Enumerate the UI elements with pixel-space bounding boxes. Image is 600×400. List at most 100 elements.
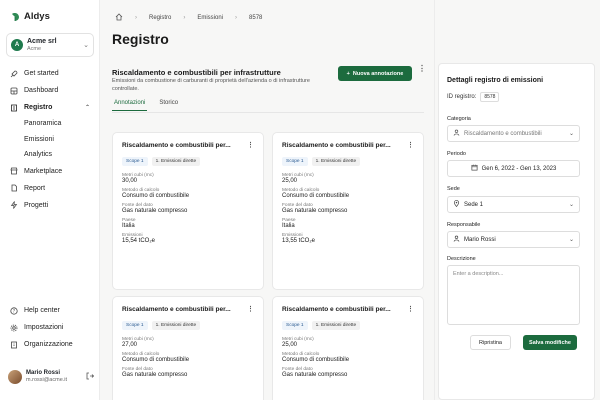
chevron-down-icon: ⌄ — [568, 202, 574, 208]
app-logo[interactable]: Aldys — [10, 11, 50, 22]
periodo-datepicker[interactable]: Gen 6, 2022 - Gen 13, 2023 — [447, 160, 580, 177]
panel-title: Dettagli registro di emissioni — [447, 77, 544, 84]
annotation-card[interactable]: Riscaldamento e combustibili per... ⋮ Sco… — [112, 296, 264, 400]
field-value: Gas naturale compresso — [282, 372, 348, 378]
field-value: Consumo di combustibile — [122, 357, 190, 363]
sidebar: Aldys A Acme srl Acme ⌄ Get started Dash… — [0, 0, 100, 400]
descrizione-textarea[interactable]: Enter a description... — [447, 265, 580, 325]
user-profile[interactable]: Mario Rossi m.rossi@acme.it — [8, 370, 95, 384]
nav-analytics[interactable]: Analytics — [0, 147, 100, 163]
nav-emissioni[interactable]: Emissioni — [0, 132, 100, 148]
main-nav: Get started Dashboard Registro ⌃ Panoram… — [0, 65, 100, 214]
category-badge: 1. Emissioni dirette — [151, 157, 201, 166]
category-badge: 1. Emissioni dirette — [311, 321, 361, 330]
chevron-right-icon: › — [135, 15, 137, 21]
more-icon[interactable]: ⋮ — [418, 64, 426, 73]
field-value: 30,00 — [122, 178, 138, 184]
nav-label: Impostazioni — [24, 324, 64, 331]
scope-badge: Scope 1 — [122, 321, 148, 330]
leaf-logo-icon — [12, 12, 19, 21]
nav-dashboard[interactable]: Dashboard — [0, 82, 100, 99]
chevron-right-icon: › — [183, 15, 186, 21]
nav-get-started[interactable]: Get started — [0, 65, 100, 82]
nav-marketplace[interactable]: Marketplace — [0, 163, 100, 180]
dashboard-icon — [10, 87, 18, 95]
responsabile-label: Responsabile — [447, 222, 481, 228]
lightning-icon — [10, 201, 18, 209]
main-content: › Registro › Emissioni › 8578 Registro R… — [100, 0, 434, 400]
descrizione-placeholder: Enter a description... — [453, 271, 504, 277]
category-badge: 1. Emissioni dirette — [151, 321, 201, 330]
more-icon[interactable]: ⋮ — [247, 305, 254, 313]
sede-select[interactable]: Sede 1 ⌄ — [447, 196, 580, 213]
section-title: Riscaldamento e combustibili per infrast… — [112, 68, 281, 77]
tab-storico[interactable]: Storico — [157, 100, 180, 111]
nav-panoramica[interactable]: Panoramica — [0, 116, 100, 132]
nav-label: Organizzazione — [24, 341, 73, 348]
tabs: Annotazioni Storico — [112, 100, 180, 111]
tab-annotazioni[interactable]: Annotazioni — [112, 100, 148, 111]
breadcrumb-item[interactable]: Registro — [149, 15, 171, 21]
reset-button[interactable]: Ripristina — [470, 335, 511, 350]
field-value: Gas naturale compresso — [122, 372, 188, 378]
location-pin-icon — [453, 200, 460, 209]
breadcrumb-item[interactable]: Emissioni — [197, 15, 223, 21]
sede-label: Sede — [447, 186, 460, 192]
org-avatar: A — [11, 39, 23, 51]
scope-badge: Scope 1 — [282, 321, 308, 330]
periodo-label: Periodo — [447, 151, 466, 157]
more-icon[interactable]: ⋮ — [247, 141, 254, 149]
chevron-down-icon: ⌄ — [568, 131, 574, 137]
logout-icon[interactable] — [86, 372, 95, 382]
periodo-value: Gen 6, 2022 - Gen 13, 2023 — [481, 165, 557, 172]
org-switcher[interactable]: A Acme srl Acme ⌄ — [6, 33, 94, 57]
field-value: 25,00 — [282, 178, 298, 184]
nav-help-center[interactable]: ? Help center — [0, 302, 100, 319]
avatar — [8, 370, 22, 384]
field-value: Italia — [122, 223, 135, 229]
home-icon[interactable] — [115, 13, 123, 23]
nav-registro[interactable]: Registro ⌃ — [0, 99, 100, 116]
nav-label: Dashboard — [24, 87, 59, 94]
record-id: ID registro: 8578 — [447, 92, 500, 102]
field-value: 27,00 — [122, 342, 138, 348]
sede-value: Sede 1 — [464, 201, 484, 208]
org-sub: Acme — [27, 45, 42, 52]
category-badge: 1. Emissioni dirette — [311, 157, 361, 166]
nav-label: Analytics — [24, 151, 53, 159]
nav-organizzazione[interactable]: Organizzazione — [0, 336, 100, 353]
chevron-up-icon: ⌃ — [84, 105, 90, 111]
new-annotation-button[interactable]: + Nuova annotazione — [338, 66, 412, 81]
nav-label: Get started — [24, 70, 59, 77]
responsabile-select[interactable]: Mario Rossi ⌄ — [447, 231, 580, 248]
categoria-label: Categoria — [447, 116, 471, 122]
store-icon — [10, 167, 18, 175]
page-title: Registro — [112, 31, 169, 47]
annotation-card[interactable]: Riscaldamento e combustibili per... ⋮ Sco… — [112, 132, 264, 290]
descrizione-label: Descrizione — [447, 256, 476, 262]
button-label: Nuova annotazione — [352, 70, 404, 77]
nav-label: Help center — [24, 307, 60, 314]
more-icon[interactable]: ⋮ — [407, 305, 414, 313]
section-description: Emissioni da combustione di carburanti d… — [112, 78, 310, 92]
nav-report[interactable]: Report — [0, 180, 100, 197]
save-button[interactable]: Salva modifiche — [523, 335, 577, 350]
annotation-card[interactable]: Riscaldamento e combustibili per... ⋮ Sco… — [272, 296, 424, 400]
card-title: Riscaldamento e combustibili per... — [282, 305, 391, 313]
card-title: Riscaldamento e combustibili per... — [122, 305, 231, 313]
nav-progetti[interactable]: Progetti — [0, 197, 100, 214]
person-icon — [453, 129, 460, 138]
gear-icon — [10, 324, 18, 332]
person-icon — [453, 235, 460, 244]
annotation-card[interactable]: Riscaldamento e combustibili per... ⋮ Sco… — [272, 132, 424, 290]
categoria-select[interactable]: Riscaldamento e combustibili ⌄ — [447, 125, 580, 142]
plus-icon: + — [346, 70, 350, 77]
field-value: Gas naturale compresso — [282, 208, 348, 214]
categoria-value: Riscaldamento e combustibili — [464, 130, 542, 137]
field-value: 13,55 tCO₂e — [282, 238, 316, 244]
calendar-icon — [471, 164, 478, 173]
nav-impostazioni[interactable]: Impostazioni — [0, 319, 100, 336]
register-icon — [10, 104, 18, 112]
more-icon[interactable]: ⋮ — [407, 141, 414, 149]
nav-label: Emissioni — [24, 135, 54, 143]
